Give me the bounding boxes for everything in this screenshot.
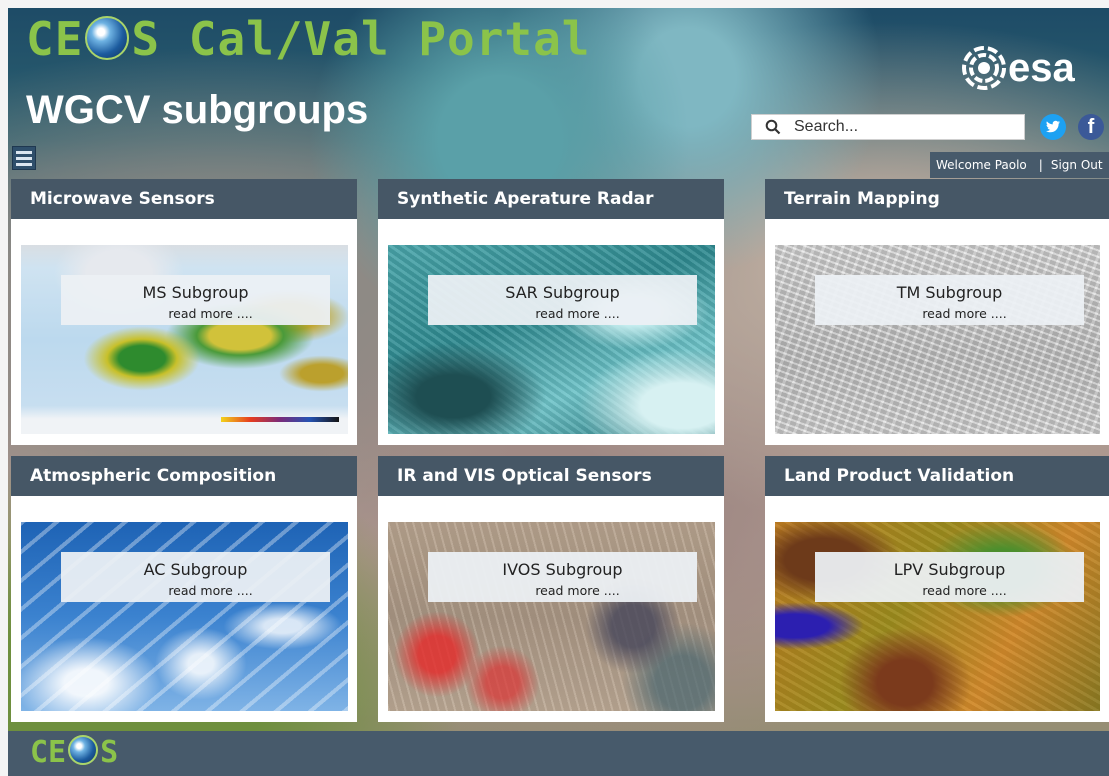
portal-logo-text-end: S Cal/Val Portal [131,12,591,66]
portal-logo-text-start: CE [26,12,84,66]
esa-logo[interactable]: esa [962,46,1075,90]
esa-mark-icon [962,46,1006,90]
card-header[interactable]: IR and VIS Optical Sensors [378,456,724,496]
search-input[interactable] [786,118,1022,136]
card-overlay[interactable]: SAR Subgroup read more .... [428,275,697,325]
page-left-border [0,0,8,776]
menu-icon[interactable] [12,146,36,170]
read-more-link[interactable]: read more .... [61,583,330,598]
facebook-icon[interactable]: f [1078,114,1104,140]
user-bar: Welcome Paolo | Sign Out [930,152,1109,178]
color-scale-bar [221,417,339,422]
subgroup-title[interactable]: MS Subgroup [61,283,330,302]
globe-icon [85,16,130,60]
sign-out-link[interactable]: Sign Out [1051,158,1103,172]
card-terrain-mapping[interactable]: Terrain Mapping TM Subgroup read more ..… [765,179,1109,445]
subgroup-title[interactable]: AC Subgroup [61,560,330,579]
card-overlay[interactable]: IVOS Subgroup read more .... [428,552,697,602]
footer-logo-text-start: CE [30,735,67,770]
globe-icon [68,735,99,765]
card-microwave-sensors[interactable]: Microwave Sensors MS Subgroup read more … [11,179,357,445]
subgroup-title[interactable]: TM Subgroup [815,283,1084,302]
card-overlay[interactable]: MS Subgroup read more .... [61,275,330,325]
footer-logo-text-end: S [100,735,119,770]
read-more-link[interactable]: read more .... [428,306,697,321]
search-box[interactable] [751,114,1025,140]
portal-logo[interactable]: CE S Cal/Val Portal [26,12,591,66]
card-atmospheric-composition[interactable]: Atmospheric Composition AC Subgroup read… [11,456,357,722]
read-more-link[interactable]: read more .... [815,583,1084,598]
subgroup-title[interactable]: SAR Subgroup [428,283,697,302]
card-overlay[interactable]: LPV Subgroup read more .... [815,552,1084,602]
card-image-lpv[interactable]: LPV Subgroup read more .... [775,522,1100,711]
card-overlay[interactable]: TM Subgroup read more .... [815,275,1084,325]
card-image-tm[interactable]: TM Subgroup read more .... [775,245,1100,434]
read-more-link[interactable]: read more .... [61,306,330,321]
subgroup-title[interactable]: LPV Subgroup [815,560,1084,579]
footer: CE S [8,731,1109,776]
card-header[interactable]: Microwave Sensors [11,179,357,219]
card-header[interactable]: Land Product Validation [765,456,1109,496]
card-header[interactable]: Atmospheric Composition [11,456,357,496]
user-bar-separator: | [1038,158,1043,172]
card-land-product-validation[interactable]: Land Product Validation LPV Subgroup rea… [765,456,1109,722]
footer-logo[interactable]: CE S [30,735,118,770]
read-more-link[interactable]: read more .... [815,306,1084,321]
card-overlay[interactable]: AC Subgroup read more .... [61,552,330,602]
esa-logo-text: esa [1008,46,1075,90]
card-ir-and-vis-optical-sensors[interactable]: IR and VIS Optical Sensors IVOS Subgroup… [378,456,724,722]
welcome-text: Welcome Paolo [936,158,1027,172]
card-image-sar[interactable]: SAR Subgroup read more .... [388,245,715,434]
card-image-ac[interactable]: AC Subgroup read more .... [21,522,348,711]
card-synthetic-aperature-radar[interactable]: Synthetic Aperature Radar SAR Subgroup r… [378,179,724,445]
twitter-icon[interactable] [1040,114,1066,140]
page-top-border [0,0,1109,8]
facebook-glyph: f [1087,115,1095,138]
search-icon[interactable] [760,114,786,140]
card-image-ivos[interactable]: IVOS Subgroup read more .... [388,522,715,711]
card-header[interactable]: Terrain Mapping [765,179,1109,219]
card-header[interactable]: Synthetic Aperature Radar [378,179,724,219]
page-title: WGCV subgroups [26,88,369,132]
subgroup-title[interactable]: IVOS Subgroup [428,560,697,579]
card-image-ms[interactable]: MS Subgroup read more .... [21,245,348,434]
read-more-link[interactable]: read more .... [428,583,697,598]
